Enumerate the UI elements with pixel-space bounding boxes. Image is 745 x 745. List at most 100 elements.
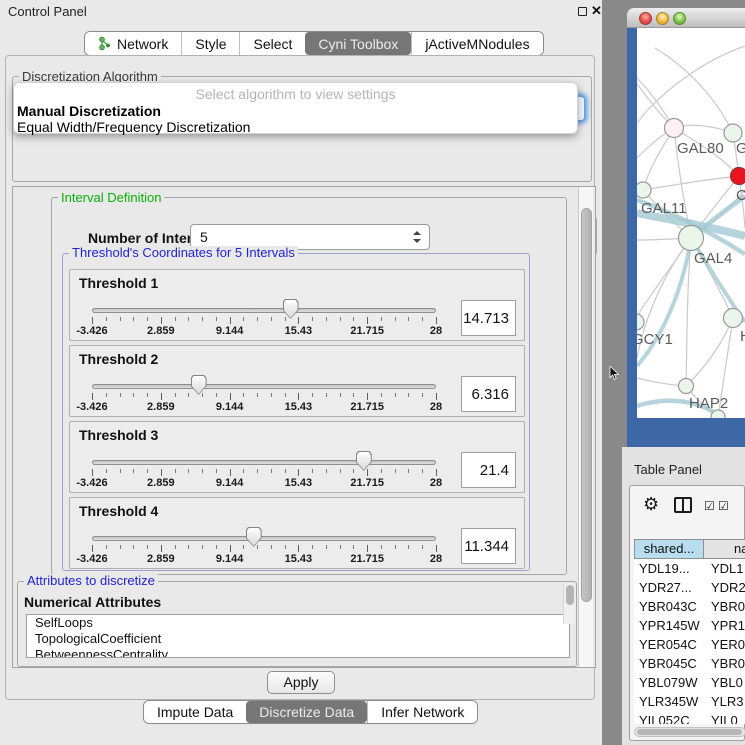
minimize-button-yellow[interactable] — [656, 12, 669, 25]
tab-infer-network[interactable]: Infer Network — [367, 701, 477, 723]
tab-network[interactable]: Network — [85, 32, 181, 55]
slider-scale-label: 2.859 — [131, 477, 191, 489]
slider-tick — [312, 469, 313, 473]
table-row[interactable]: YDR27...YDR2 — [634, 578, 745, 597]
slider-tick — [230, 545, 231, 552]
column-header-shared-name[interactable]: shared... — [634, 539, 704, 559]
node-label: HAP2 — [689, 395, 728, 412]
threshold-2-slider-track[interactable] — [92, 384, 436, 389]
thresholds-container: Threshold 1-3.4262.8599.14415.4321.71528… — [63, 254, 529, 570]
algorithm-item-manual-discretization[interactable]: Manual Discretization — [17, 103, 161, 119]
tab-discretize-data[interactable]: Discretize Data — [246, 701, 367, 723]
threshold-3-value-field[interactable]: 21.4 — [461, 452, 516, 488]
app-root: Control Panel ✕ NetworkStyleSelectCyni T… — [0, 0, 745, 745]
settings-vertical-scrollbar[interactable] — [578, 187, 593, 667]
table-row[interactable]: YPR145WYPR1 — [634, 616, 745, 635]
attribute-item-topologicalcoefficient[interactable]: TopologicalCoefficient — [27, 631, 569, 647]
cell-name: YLR3 — [704, 692, 745, 711]
table-row[interactable]: YLR345WYLR3 — [634, 692, 745, 711]
attributes-list-scrollbar[interactable] — [563, 583, 575, 624]
checkbox-checked-icon[interactable]: ☑ — [718, 499, 729, 513]
slider-tick — [120, 393, 121, 397]
tab-jactivemnodules[interactable]: jActiveMNodules — [411, 32, 542, 55]
threshold-1-slider-thumb[interactable] — [283, 299, 299, 319]
slider-tick — [161, 469, 162, 476]
table-row[interactable]: YDL19...YDL1 — [634, 559, 745, 578]
node-label: C — [736, 187, 745, 204]
tab-select[interactable]: Select — [239, 32, 305, 55]
cell-name: YDL1 — [704, 559, 745, 578]
number-of-intervals-value: 5 — [200, 229, 208, 245]
threshold-4-slider-thumb[interactable] — [246, 527, 262, 547]
table-panel: Table Panel ⚙ ☑ ☑ shared... na YDL19...Y… — [622, 447, 745, 745]
column-header-name[interactable]: na — [704, 539, 745, 559]
numerical-attributes-list[interactable]: SelfLoopsTopologicalCoefficientBetweenne… — [26, 614, 570, 658]
table-row[interactable]: YIL052CYIL0 — [634, 711, 745, 724]
slider-tick — [230, 393, 231, 400]
table-row[interactable]: YBL079WYBL0 — [634, 673, 745, 692]
threshold-1-value-field[interactable]: 14.713 — [461, 300, 516, 336]
node-c[interactable] — [731, 168, 745, 185]
threshold-3-slider-track[interactable] — [92, 460, 436, 465]
node-hap2[interactable] — [679, 379, 694, 394]
node-gal4[interactable] — [679, 226, 704, 251]
slider-scale-label: 9.144 — [200, 325, 260, 337]
cell-shared-name: YBR045C — [634, 654, 704, 673]
slider-tick — [395, 393, 396, 397]
table-row[interactable]: YER054CYER0 — [634, 635, 745, 654]
node-gal80[interactable] — [665, 119, 684, 138]
table-row[interactable]: YBR045CYBR0 — [634, 654, 745, 673]
algorithm-item-equal-width-frequency[interactable]: Equal Width/Frequency Discretization — [17, 119, 250, 135]
slider-tick — [285, 545, 286, 549]
table-row[interactable]: YBR043CYBR0 — [634, 597, 745, 616]
slider-tick — [230, 317, 231, 324]
threshold-4-value-field[interactable]: 11.344 — [461, 528, 516, 564]
tab-cyni-toolbox[interactable]: Cyni Toolbox — [305, 32, 411, 55]
float-icon[interactable] — [578, 7, 587, 16]
checkbox-checked-icon[interactable]: ☑ — [704, 499, 715, 513]
slider-tick — [92, 469, 93, 476]
attributes-group: Attributes to discretize Numerical Attri… — [17, 581, 577, 667]
attribute-item-selfloops[interactable]: SelfLoops — [27, 615, 569, 631]
table-horizontal-scrollbar[interactable] — [634, 727, 745, 737]
attribute-item-betweennesscentrality[interactable]: BetweennessCentrality — [27, 647, 569, 658]
slider-tick — [312, 545, 313, 549]
close-button-red[interactable] — [639, 12, 652, 25]
scrollbar-thumb[interactable] — [637, 729, 742, 735]
settings-gear-icon[interactable]: ⚙ — [643, 494, 659, 514]
threshold-2-slider-thumb[interactable] — [191, 375, 207, 395]
cell-name: YER0 — [704, 635, 745, 654]
scrollbar-thumb[interactable] — [581, 208, 592, 602]
tab-style[interactable]: Style — [181, 32, 239, 55]
threshold-2-value-field[interactable]: 6.316 — [461, 376, 516, 412]
network-edge[interactable] — [643, 176, 739, 190]
algorithm-placeholder-item[interactable]: Select algorithm to view settings — [14, 86, 577, 102]
slider-tick — [381, 393, 382, 397]
slider-tick — [408, 393, 409, 397]
split-columns-icon[interactable] — [674, 497, 692, 513]
zoom-button-green[interactable] — [673, 12, 686, 25]
close-icon[interactable]: ✕ — [591, 3, 602, 19]
network-edge[interactable] — [686, 318, 733, 386]
scrollbar-thumb[interactable] — [566, 585, 574, 605]
slider-tick — [353, 393, 354, 397]
network-edge[interactable] — [637, 46, 745, 123]
apply-button[interactable]: Apply — [267, 671, 335, 694]
slider-tick — [147, 393, 148, 397]
slider-tick — [436, 317, 437, 324]
control-panel-titlebar: Control Panel ✕ — [0, 0, 602, 24]
node-h[interactable] — [724, 309, 743, 328]
network-canvas[interactable]: GAL80GACGAL11GAL4HGCY1HAP2 — [637, 28, 745, 418]
cell-name: YPR1 — [704, 616, 745, 635]
slider-tick — [202, 545, 203, 549]
node-gcy1[interactable] — [637, 314, 644, 330]
slider-scale-label: 2.859 — [131, 401, 191, 413]
threshold-3-slider-thumb[interactable] — [356, 451, 372, 471]
node-unlabeled[interactable] — [711, 410, 725, 418]
network-edge[interactable] — [643, 128, 674, 190]
tab-impute-data[interactable]: Impute Data — [144, 701, 246, 723]
slider-tick — [312, 317, 313, 321]
node-gal11[interactable] — [637, 182, 651, 198]
threshold-4-slider-track[interactable] — [92, 536, 436, 541]
threshold-1-slider-track[interactable] — [92, 308, 436, 313]
